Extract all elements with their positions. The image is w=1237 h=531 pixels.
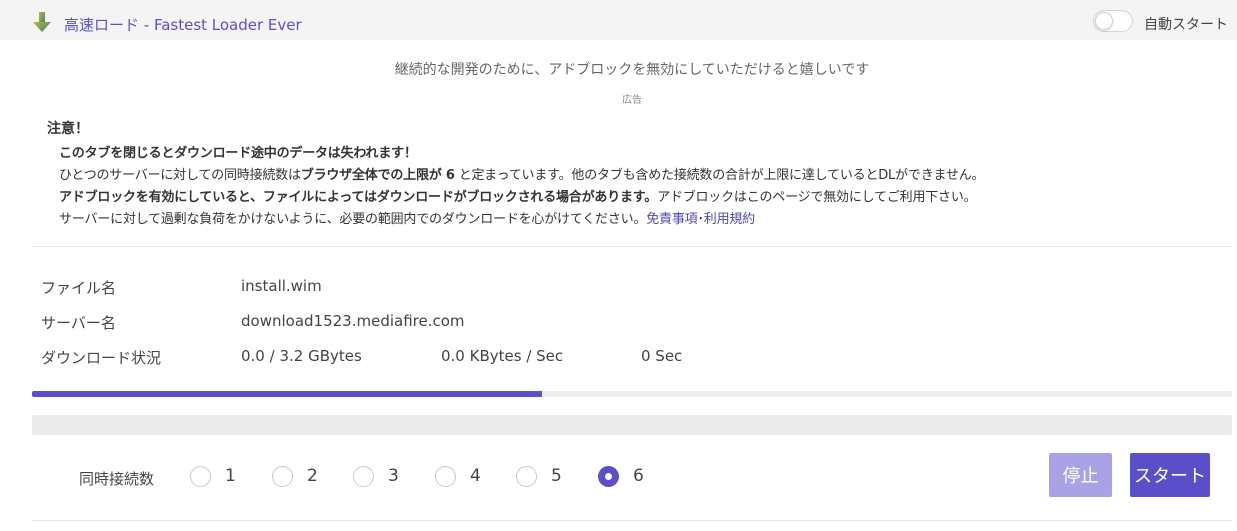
radio-label: 5 bbox=[551, 466, 562, 486]
radio-label: 1 bbox=[225, 466, 236, 486]
download-arrow-icon bbox=[33, 12, 51, 32]
disclaimer-link[interactable]: 免責事項 bbox=[646, 212, 697, 227]
radio-label: 4 bbox=[470, 466, 481, 486]
radio-label: 3 bbox=[388, 466, 399, 486]
auto-start-label: 自動スタート bbox=[1144, 17, 1228, 33]
ad-message: 継続的な開発のために、アドブロックを無効にしていただけると嬉しいです bbox=[394, 62, 870, 78]
connections-label: 同時接続数 bbox=[79, 470, 155, 488]
radio-button[interactable] bbox=[190, 465, 211, 487]
notice-warning-text: このタブを閉じるとダウンロード途中のデータは失われます！ bbox=[59, 146, 417, 161]
notice-emphasis: ブラウザ全体での上限が 6 bbox=[300, 168, 455, 183]
radio-button[interactable] bbox=[516, 465, 537, 487]
download-speed: 0.0 KBytes / Sec bbox=[441, 347, 564, 365]
notice-emphasis: アドブロックを有効にしていると、ファイルによってはダウンロードがブロックされる場… bbox=[59, 190, 658, 205]
notice-line-2: ひとつのサーバーに対しての同時接続数はブラウザ全体での上限が 6 と定まっていま… bbox=[59, 164, 985, 183]
bottom-divider bbox=[32, 520, 1232, 521]
notice-line-4: サーバーに対して過剰な負荷をかけないように、必要の範囲内でのダウンロードを心がけ… bbox=[59, 208, 755, 227]
elapsed-time: 0 Sec bbox=[641, 347, 683, 365]
terms-link[interactable]: 利用規約 bbox=[704, 212, 755, 227]
stop-button[interactable]: 停止 bbox=[1049, 453, 1112, 497]
radio-label: 2 bbox=[307, 466, 318, 486]
start-button[interactable]: スタート bbox=[1130, 453, 1210, 497]
ad-label: 広告 bbox=[622, 95, 642, 106]
notice-text: サーバーに対して過剰な負荷をかけないように、必要の範囲内でのダウンロードを心がけ… bbox=[59, 212, 647, 227]
status-label: ダウンロード状況 bbox=[41, 349, 162, 367]
notice-title: 注意！ bbox=[47, 121, 89, 137]
connections-option-5[interactable]: 5 bbox=[516, 464, 562, 488]
notice-line-1: このタブを閉じるとダウンロード途中のデータは失われます！ bbox=[59, 142, 417, 161]
notice-text: と定まっています。他のタブも含めた接続数の合計が上限に達しているとDLができませ… bbox=[454, 168, 985, 183]
connections-option-2[interactable]: 2 bbox=[272, 464, 318, 488]
radio-button[interactable] bbox=[353, 465, 374, 487]
connections-option-3[interactable]: 3 bbox=[353, 464, 399, 488]
connections-option-4[interactable]: 4 bbox=[435, 464, 481, 488]
radio-button[interactable] bbox=[435, 465, 456, 487]
progress-bar bbox=[32, 391, 1232, 397]
divider bbox=[32, 246, 1232, 247]
server-value: download1523.mediafire.com bbox=[241, 312, 465, 330]
notice-line-3: アドブロックを有効にしていると、ファイルによってはダウンロードがブロックされる場… bbox=[59, 186, 977, 205]
app-title: 高速ロード - Fastest Loader Ever bbox=[64, 16, 302, 34]
auto-start-toggle[interactable] bbox=[1093, 10, 1133, 32]
filename-value: install.wim bbox=[241, 277, 322, 295]
notice-text: ひとつのサーバーに対しての同時接続数は bbox=[59, 168, 301, 183]
progress-fill bbox=[32, 391, 542, 397]
radio-button[interactable] bbox=[272, 465, 293, 487]
server-label: サーバー名 bbox=[41, 314, 116, 332]
header-bar: 高速ロード - Fastest Loader Ever 自動スタート bbox=[0, 0, 1237, 40]
toggle-knob bbox=[1095, 12, 1113, 30]
connection-status-bar bbox=[32, 415, 1232, 435]
filename-label: ファイル名 bbox=[41, 279, 117, 297]
notice-text: アドブロックはこのページで無効にしてご利用下さい。 bbox=[657, 190, 977, 205]
radio-button[interactable] bbox=[598, 465, 619, 487]
radio-label: 6 bbox=[633, 466, 644, 486]
connections-option-1[interactable]: 1 bbox=[190, 464, 236, 488]
connections-option-6[interactable]: 6 bbox=[598, 464, 644, 488]
downloaded-size: 0.0 / 3.2 GBytes bbox=[241, 347, 362, 365]
